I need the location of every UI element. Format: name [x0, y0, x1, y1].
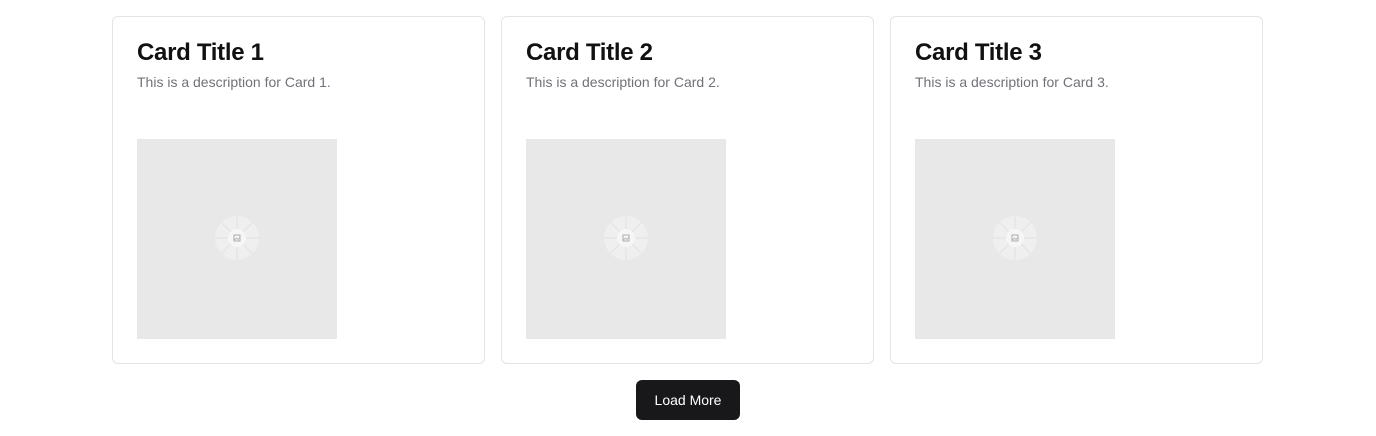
image-placeholder-icon	[604, 216, 648, 260]
card-description: This is a description for Card 2.	[526, 74, 720, 90]
card: Card Title 1 This is a description for C…	[112, 16, 485, 364]
image-placeholder-icon	[215, 216, 259, 260]
card-grid: Card Title 1 This is a description for C…	[112, 16, 1263, 364]
card-title: Card Title 2	[526, 39, 653, 66]
card-description: This is a description for Card 1.	[137, 74, 331, 90]
page: Card Title 1 This is a description for C…	[0, 0, 1376, 436]
load-more-button[interactable]: Load More	[636, 380, 740, 420]
card-image-placeholder	[526, 139, 726, 339]
card-description: This is a description for Card 3.	[915, 74, 1109, 90]
card-image-placeholder	[915, 139, 1115, 339]
card: Card Title 2 This is a description for C…	[501, 16, 874, 364]
card-title: Card Title 3	[915, 39, 1042, 66]
card: Card Title 3 This is a description for C…	[890, 16, 1263, 364]
card-title: Card Title 1	[137, 39, 264, 66]
card-image-placeholder	[137, 139, 337, 339]
image-placeholder-icon	[993, 216, 1037, 260]
